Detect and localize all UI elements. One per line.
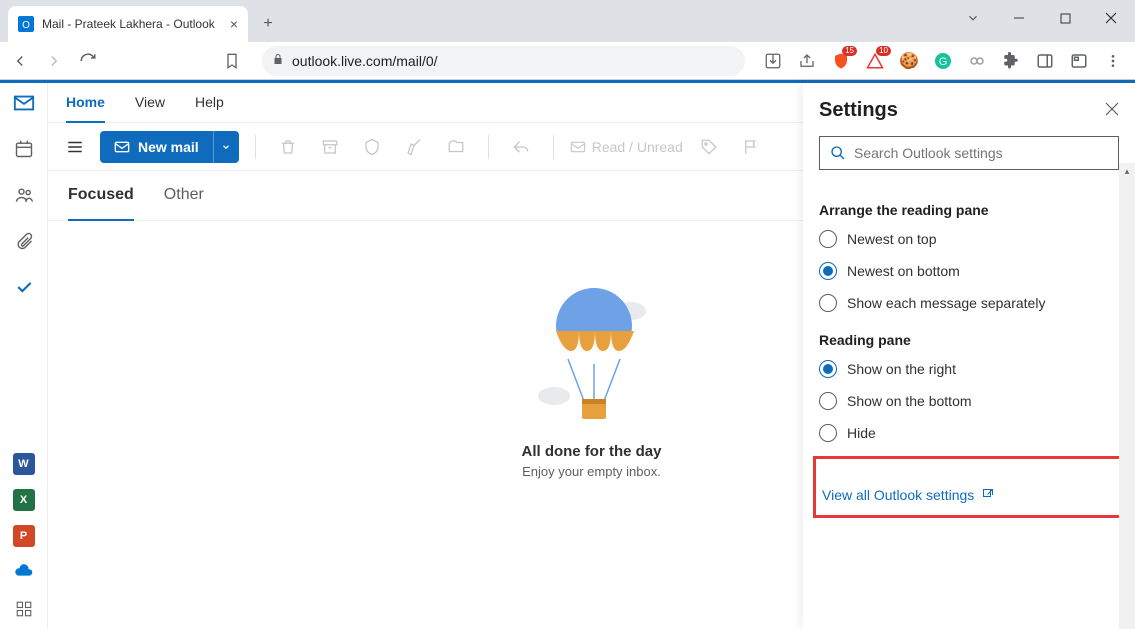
tab-help[interactable]: Help — [195, 83, 224, 123]
page-scrollbar[interactable]: ▴ — [1119, 163, 1135, 629]
empty-subtitle: Enjoy your empty inbox. — [522, 464, 661, 479]
tag-icon[interactable] — [693, 131, 725, 163]
todo-icon[interactable] — [12, 275, 36, 299]
tab-home[interactable]: Home — [66, 83, 105, 123]
lock-icon — [272, 53, 284, 68]
mail-icon[interactable] — [12, 91, 36, 115]
scroll-arrow-up[interactable]: ▴ — [1119, 163, 1135, 179]
flag-icon[interactable] — [735, 131, 767, 163]
left-rail: W X P — [0, 83, 48, 629]
highlight-annotation: View all Outlook settings — [813, 456, 1125, 518]
onedrive-icon[interactable] — [13, 561, 35, 583]
calendar-icon[interactable] — [12, 137, 36, 161]
share-icon[interactable] — [797, 51, 817, 71]
tab-other[interactable]: Other — [164, 171, 204, 221]
files-icon[interactable] — [12, 229, 36, 253]
powerpoint-icon[interactable]: P — [13, 525, 35, 547]
new-mail-dropdown[interactable] — [213, 131, 239, 163]
view-all-settings-link[interactable]: View all Outlook settings — [822, 487, 974, 503]
tab-view[interactable]: View — [135, 83, 165, 123]
settings-search[interactable] — [819, 136, 1119, 170]
link-icon[interactable] — [967, 51, 987, 71]
settings-title: Settings — [819, 99, 898, 122]
window-maximize[interactable] — [1045, 3, 1085, 33]
browser-toolbar: outlook.live.com/mail/0/ 15 10 🍪 G — [0, 42, 1135, 80]
chevron-down-icon[interactable] — [953, 3, 993, 33]
radio-show-bottom[interactable]: Show on the bottom — [819, 392, 1119, 410]
grammarly-icon[interactable]: G — [933, 51, 953, 71]
reload-button[interactable] — [76, 49, 100, 73]
radio-hide[interactable]: Hide — [819, 424, 1119, 442]
reply-icon[interactable] — [505, 131, 537, 163]
radio-show-separately[interactable]: Show each message separately — [819, 294, 1119, 312]
word-icon[interactable]: W — [13, 453, 35, 475]
balloon-illustration — [532, 281, 652, 431]
browser-tab-strip: O Mail - Prateek Lakhera - Outlook × + — [0, 0, 1135, 42]
move-icon[interactable] — [440, 131, 472, 163]
install-icon[interactable] — [763, 51, 783, 71]
arrange-heading: Arrange the reading pane — [819, 202, 1119, 218]
archive-icon[interactable] — [314, 131, 346, 163]
delete-icon[interactable] — [272, 131, 304, 163]
svg-text:G: G — [939, 56, 948, 68]
people-icon[interactable] — [12, 183, 36, 207]
open-link-icon — [982, 488, 994, 503]
radio-newest-top[interactable]: Newest on top — [819, 230, 1119, 248]
back-button[interactable] — [8, 49, 32, 73]
browser-tab[interactable]: O Mail - Prateek Lakhera - Outlook × — [8, 6, 248, 42]
empty-title: All done for the day — [521, 443, 661, 460]
settings-panel: Settings ▲ Arrange the reading pane Newe… — [803, 83, 1135, 629]
extensions-icon[interactable] — [1001, 51, 1021, 71]
mail-icon — [114, 139, 130, 155]
search-input[interactable] — [854, 145, 1108, 161]
window-close[interactable] — [1091, 3, 1131, 33]
window-minimize[interactable] — [999, 3, 1039, 33]
hamburger-icon[interactable] — [60, 132, 90, 162]
reader-icon[interactable] — [1069, 51, 1089, 71]
sweep-icon[interactable] — [398, 131, 430, 163]
brave-shield-icon[interactable]: 15 — [831, 51, 851, 71]
search-icon — [830, 145, 846, 161]
junk-icon[interactable] — [356, 131, 388, 163]
triangle-icon[interactable]: 10 — [865, 51, 885, 71]
url-text: outlook.live.com/mail/0/ — [292, 53, 438, 69]
sidepanel-icon[interactable] — [1035, 51, 1055, 71]
svg-text:O: O — [22, 20, 30, 31]
more-apps-icon[interactable] — [12, 597, 36, 621]
tab-focused[interactable]: Focused — [68, 171, 134, 221]
address-bar[interactable]: outlook.live.com/mail/0/ — [262, 46, 745, 76]
radio-newest-bottom[interactable]: Newest on bottom — [819, 262, 1119, 280]
outlook-icon: O — [18, 16, 34, 32]
forward-button[interactable] — [42, 49, 66, 73]
cookie-icon[interactable]: 🍪 — [899, 51, 919, 71]
tab-title: Mail - Prateek Lakhera - Outlook — [42, 17, 215, 31]
read-unread-button[interactable]: Read / Unread — [570, 139, 683, 155]
close-tab-icon[interactable]: × — [230, 16, 238, 32]
bookmark-icon[interactable] — [220, 49, 244, 73]
new-tab-button[interactable]: + — [254, 10, 282, 38]
excel-icon[interactable]: X — [13, 489, 35, 511]
reading-heading: Reading pane — [819, 332, 1119, 348]
radio-show-right[interactable]: Show on the right — [819, 360, 1119, 378]
close-icon[interactable] — [1105, 102, 1119, 119]
new-mail-button[interactable]: New mail — [100, 131, 213, 163]
menu-icon[interactable] — [1103, 51, 1123, 71]
